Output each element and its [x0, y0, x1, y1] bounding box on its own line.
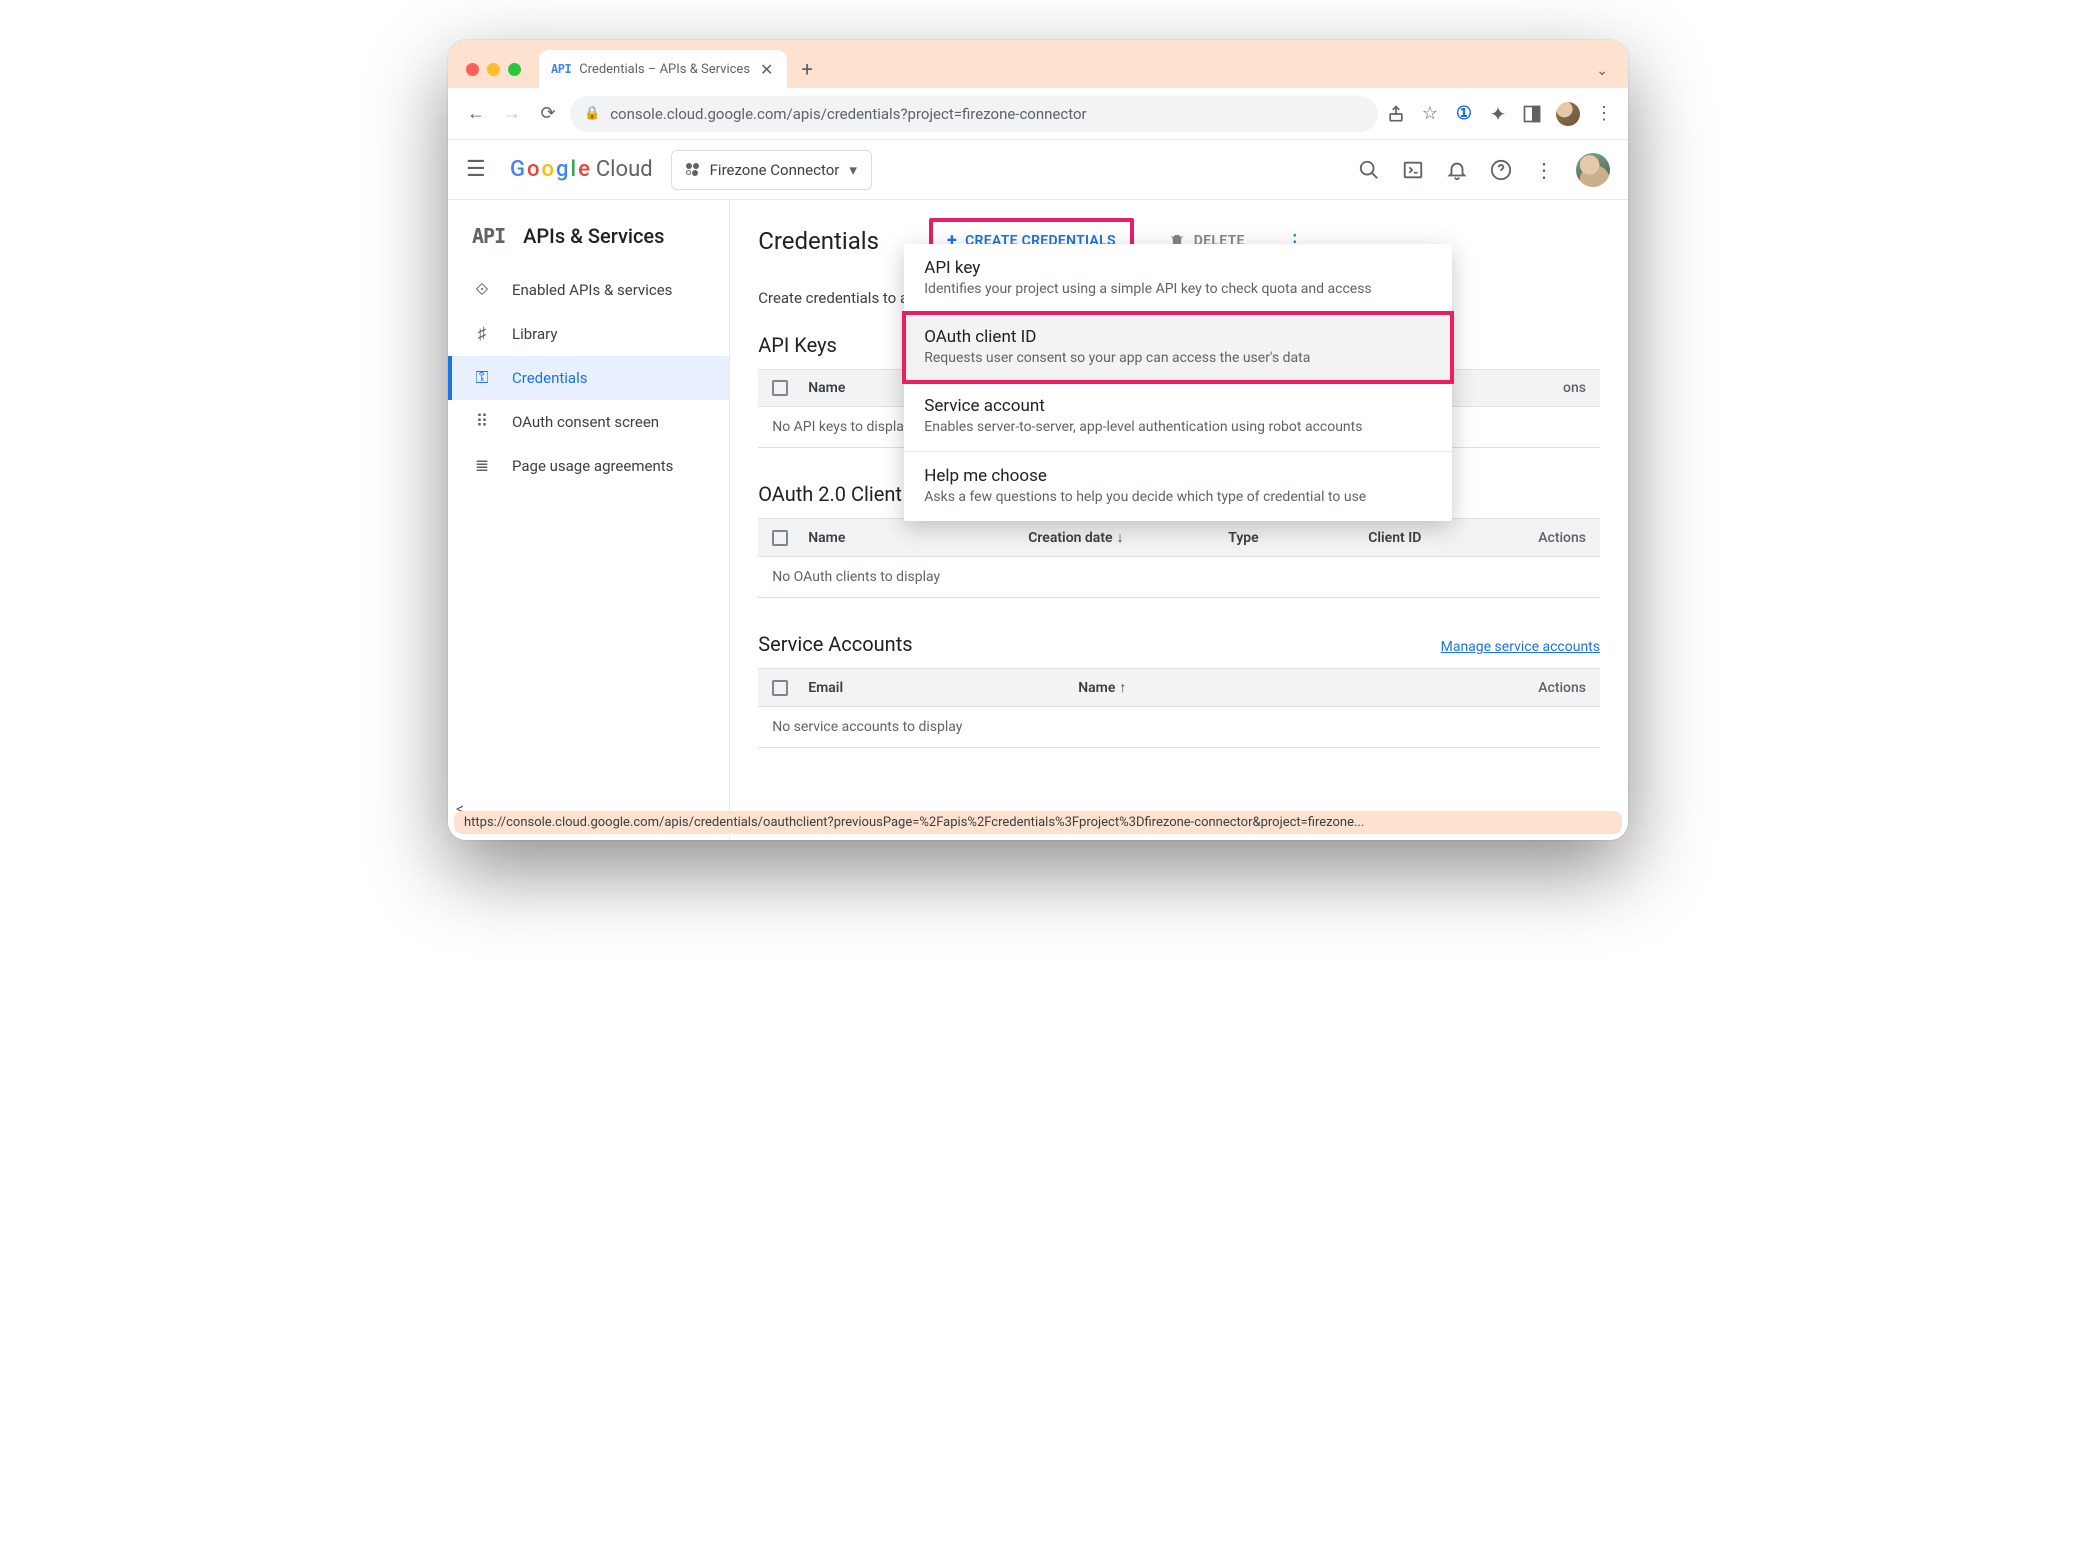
back-button[interactable]: ←: [462, 100, 490, 128]
url-input[interactable]: 🔒 console.cloud.google.com/apis/credenti…: [570, 96, 1378, 132]
sidebar-item-oauth-consent[interactable]: ⠿ OAuth consent screen: [448, 400, 729, 444]
column-creation-date[interactable]: Creation date↓: [1028, 529, 1208, 546]
section-service-accounts-title: Service Accounts: [758, 632, 912, 656]
window-controls: [466, 63, 521, 76]
browser-window: API Credentials – APIs & Services ✕ + ⌄ …: [448, 40, 1628, 840]
password-manager-icon[interactable]: ①: [1454, 104, 1474, 124]
column-actions: Actions: [1538, 680, 1586, 696]
select-all-checkbox[interactable]: [772, 680, 788, 696]
help-icon[interactable]: [1490, 159, 1512, 181]
sidebar: API APIs & Services ⟐ Enabled APIs & ser…: [448, 200, 730, 840]
reading-list-icon[interactable]: [1522, 104, 1542, 124]
diamond-icon: ⟐: [472, 280, 492, 300]
close-tab-icon[interactable]: ✕: [758, 60, 775, 79]
extensions-icon[interactable]: ✦: [1488, 104, 1508, 124]
project-name: Firezone Connector: [710, 161, 840, 179]
forward-button[interactable]: →: [498, 100, 526, 128]
status-bar: https://console.cloud.google.com/apis/cr…: [454, 811, 1622, 834]
column-actions: Actions: [1538, 530, 1586, 546]
key-icon: ⚿: [472, 368, 492, 388]
column-actions: ons: [1563, 380, 1586, 396]
sidebar-item-label: Credentials: [512, 369, 587, 387]
cloud-header: ☰ Google Cloud Firezone Connector ▾ ⋮: [448, 140, 1628, 200]
column-client-id[interactable]: Client ID: [1368, 530, 1518, 546]
sidebar-item-enabled-apis[interactable]: ⟐ Enabled APIs & services: [448, 268, 729, 312]
svc-table-header: Email Name↑ Actions: [758, 668, 1600, 706]
column-name[interactable]: Name: [808, 530, 1008, 546]
manage-service-accounts-link[interactable]: Manage service accounts: [1441, 639, 1600, 655]
oauth-table-header: Name Creation date↓ Type Client ID Actio…: [758, 518, 1600, 556]
menu-item-service-account[interactable]: Service account Enables server-to-server…: [904, 382, 1452, 451]
bookmark-icon[interactable]: ☆: [1420, 104, 1440, 124]
tab-strip: API Credentials – APIs & Services ✕ + ⌄: [448, 40, 1628, 88]
lock-icon: 🔒: [584, 106, 600, 121]
select-all-checkbox[interactable]: [772, 380, 788, 396]
more-icon[interactable]: ⋮: [1534, 158, 1554, 182]
browser-tab[interactable]: API Credentials – APIs & Services ✕: [539, 50, 787, 88]
oauth-empty: No OAuth clients to display: [758, 556, 1600, 598]
sidebar-item-label: Library: [512, 325, 557, 343]
menu-item-oauth-client-id[interactable]: OAuth client ID Requests user consent so…: [904, 313, 1452, 382]
minimize-window[interactable]: [487, 63, 500, 76]
select-all-checkbox[interactable]: [772, 530, 788, 546]
notifications-icon[interactable]: [1446, 159, 1468, 181]
toolbar-icons: ☆ ① ✦ ⋮: [1386, 102, 1614, 126]
api-logo: API: [472, 224, 505, 248]
sidebar-item-label: Page usage agreements: [512, 457, 673, 475]
menu-item-help-me-choose[interactable]: Help me choose Asks a few questions to h…: [904, 452, 1452, 521]
svc-empty: No service accounts to display: [758, 706, 1600, 748]
sort-desc-icon: ↓: [1117, 530, 1124, 546]
dropdown-icon: ▾: [849, 161, 857, 179]
project-picker[interactable]: Firezone Connector ▾: [671, 150, 872, 190]
cloud-shell-icon[interactable]: [1402, 159, 1424, 181]
sidebar-item-credentials[interactable]: ⚿ Credentials: [448, 356, 729, 400]
create-credentials-menu: API key Identifies your project using a …: [904, 244, 1452, 521]
sidebar-item-label: OAuth consent screen: [512, 413, 659, 431]
project-icon: [686, 163, 700, 177]
tab-title: Credentials – APIs & Services: [579, 62, 750, 77]
sidebar-item-label: Enabled APIs & services: [512, 281, 672, 299]
url-text: console.cloud.google.com/apis/credential…: [610, 105, 1086, 123]
tabs-dropdown-icon[interactable]: ⌄: [1596, 63, 1608, 79]
page-title: Credentials: [758, 227, 879, 255]
new-tab-button[interactable]: +: [801, 57, 812, 81]
menu-item-api-key[interactable]: API key Identifies your project using a …: [904, 244, 1452, 313]
google-cloud-logo[interactable]: Google Cloud: [510, 157, 653, 182]
sidebar-item-library[interactable]: ♯ Library: [448, 312, 729, 356]
sidebar-item-page-usage[interactable]: ≣ Page usage agreements: [448, 444, 729, 488]
sidebar-title: APIs & Services: [523, 224, 664, 248]
maximize-window[interactable]: [508, 63, 521, 76]
sort-asc-icon: ↑: [1119, 680, 1126, 696]
consent-icon: ⠿: [472, 412, 492, 432]
profile-avatar[interactable]: [1556, 102, 1580, 126]
agreements-icon: ≣: [472, 456, 492, 476]
menu-icon[interactable]: ☰: [466, 157, 492, 182]
column-name[interactable]: Name↑: [1078, 679, 1228, 696]
reload-button[interactable]: ⟳: [534, 100, 562, 128]
share-icon[interactable]: [1386, 104, 1406, 124]
search-icon[interactable]: [1358, 159, 1380, 181]
address-bar: ← → ⟳ 🔒 console.cloud.google.com/apis/cr…: [448, 88, 1628, 140]
column-email[interactable]: Email: [808, 680, 1058, 696]
browser-menu-icon[interactable]: ⋮: [1594, 104, 1614, 124]
tab-favicon: API: [551, 62, 571, 76]
library-icon: ♯: [472, 324, 492, 344]
main-content: Credentials + CREATE CREDENTIALS DELETE …: [730, 200, 1628, 840]
column-type[interactable]: Type: [1228, 530, 1348, 546]
close-window[interactable]: [466, 63, 479, 76]
account-avatar[interactable]: [1576, 153, 1610, 187]
